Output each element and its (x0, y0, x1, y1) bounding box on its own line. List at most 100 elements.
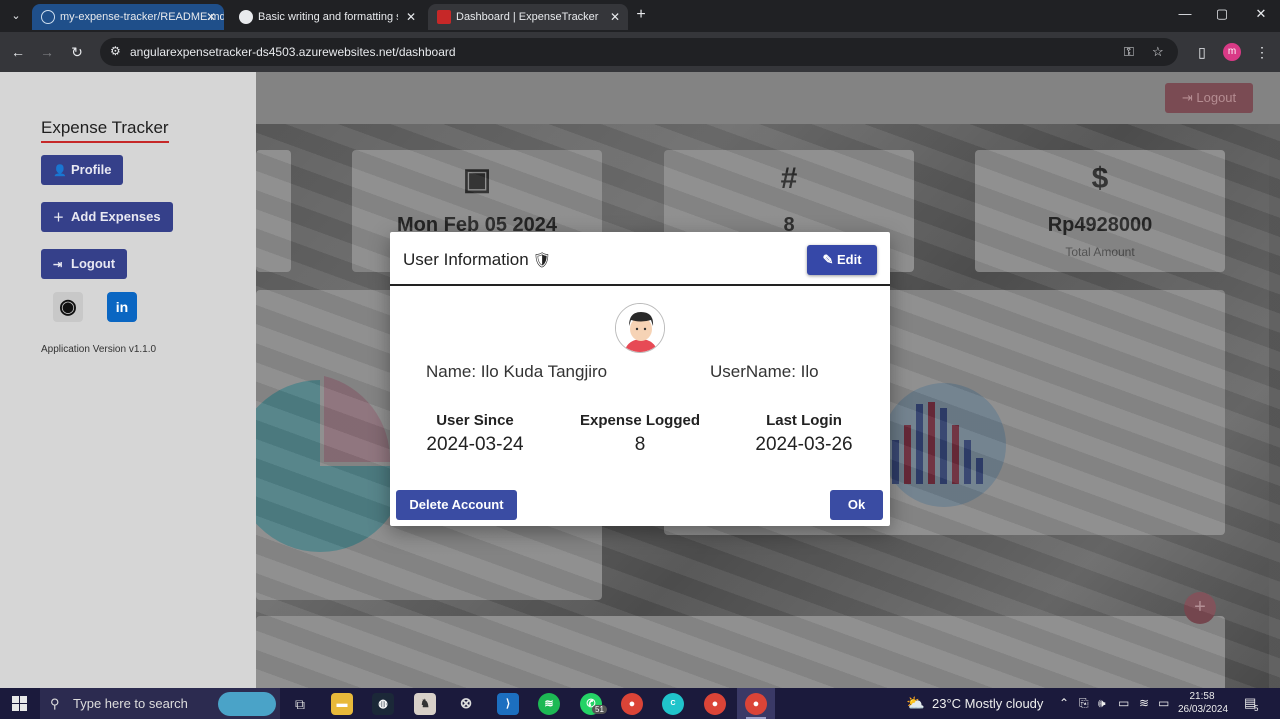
tab-search-button[interactable]: ⌄ (6, 6, 26, 26)
wifi-icon[interactable]: ≋ (1139, 696, 1149, 710)
brand-title: Expense Tracker (41, 118, 169, 143)
weather-cloudy-icon[interactable]: ⛅ (906, 694, 925, 712)
address-bar[interactable]: ⚙ angularexpensetracker-ds4503.azurewebs… (100, 38, 1178, 66)
chart-circle-bg (882, 383, 1006, 507)
chart-bar (904, 425, 911, 484)
maximize-icon[interactable]: ▢ (1212, 6, 1232, 22)
logout-button[interactable]: ⇥ Logout (41, 249, 128, 279)
tab-title: Basic writing and formatting syntax (258, 11, 398, 23)
verified-shield-icon: 🛡 (532, 252, 552, 269)
github-favicon-icon (41, 10, 55, 24)
close-icon[interactable]: ✕ (206, 4, 216, 30)
volume-icon[interactable]: 🕪 (1098, 696, 1106, 711)
sidebar: Expense Tracker 👤 Profile ＋ Add Expenses ⇥… (0, 72, 256, 688)
tab-title: my-expense-tracker/README.md (60, 11, 224, 23)
app-version: Application Version v1.1.0 (41, 344, 157, 355)
chart-bar (940, 408, 947, 484)
github-icon[interactable]: ◉ (53, 292, 83, 322)
user-username: UserName: Ilo (710, 362, 819, 381)
calendar-icon: ▣ (462, 163, 492, 196)
tab-title: Dashboard | ExpenseTracker (456, 11, 599, 23)
display-icon[interactable]: ▭ (1118, 696, 1129, 710)
search-placeholder: Type here to search (73, 696, 188, 711)
logout-icon: ⇥ (53, 259, 63, 271)
dollar-icon: $ (1091, 162, 1109, 195)
chrome-active-icon[interactable]: ● (745, 693, 767, 715)
window-close-icon[interactable]: ✕ (1251, 6, 1271, 22)
card-label: Total Amount (1065, 245, 1135, 259)
header-logout-button[interactable]: ⇥ Logout (1165, 83, 1253, 113)
chart-bar (976, 458, 983, 484)
chart-bar (892, 440, 899, 484)
button-label: Edit (836, 252, 862, 267)
canva-icon[interactable]: C (662, 693, 684, 715)
task-view-icon[interactable]: ⧉ (289, 693, 311, 715)
windows-start-icon[interactable] (12, 696, 27, 711)
button-label: Add Expenses (71, 209, 161, 224)
chrome-icon[interactable]: ● (621, 693, 643, 715)
search-icon: ⚲ (50, 696, 60, 711)
bookmark-star-icon[interactable]: ☆ (1152, 44, 1164, 60)
url-text[interactable]: angularexpensetracker-ds4503.azurewebsit… (130, 45, 456, 59)
minimize-icon[interactable]: — (1175, 6, 1195, 21)
site-info-icon[interactable]: ⚙ (110, 44, 121, 58)
search-highlight-image (218, 692, 276, 716)
file-explorer-icon[interactable]: ▬ (331, 693, 353, 715)
close-icon[interactable]: ✕ (610, 4, 620, 30)
user-full-name: Name: Ilo Kuda Tangjiro (426, 362, 608, 381)
card-value: Rp4928000 (1047, 214, 1153, 236)
profile-avatar[interactable]: m (1223, 43, 1241, 61)
forward-icon[interactable]: → (37, 42, 57, 62)
chart-bar (952, 425, 959, 484)
browser-tab-bar: ⌄ my-expense-tracker/README.md ✕ Basic w… (0, 0, 1280, 32)
dialog-title: User Information 🛡 (403, 250, 552, 270)
button-label: Logout (1196, 90, 1237, 105)
pie-slice-teal (234, 380, 406, 552)
delete-account-button[interactable]: Delete Account (396, 490, 517, 520)
edit-button[interactable]: ✎ Edit (807, 245, 877, 275)
tab-dashboard[interactable]: Dashboard | ExpenseTracker ✕ (428, 4, 628, 30)
notification-count: 5 (1254, 704, 1259, 713)
stat-expense-logged: Expense Logged 8 (555, 412, 725, 456)
add-expenses-button[interactable]: ＋ Add Expenses (41, 202, 173, 232)
chart-bar (928, 402, 935, 484)
side-panel-icon[interactable]: ▯ (1192, 42, 1212, 62)
page-scrollbar[interactable] (1269, 124, 1280, 688)
browser-toolbar: ← → ↻ ⚙ angularexpensetracker-ds4503.azu… (0, 32, 1280, 72)
xbox-icon[interactable]: ⊗ (455, 693, 477, 715)
menu-kebab-icon[interactable]: ⋮ (1252, 42, 1272, 62)
chrome-profile-icon[interactable]: ● (704, 693, 726, 715)
linkedin-icon[interactable]: in (107, 292, 137, 322)
system-clock[interactable]: 21:58 26/03/2024 (1178, 690, 1228, 716)
profile-button[interactable]: 👤 Profile (41, 155, 124, 185)
stat-user-since: User Since 2024-03-24 (390, 412, 560, 456)
stat-label: Expense Logged (579, 412, 701, 429)
reload-icon[interactable]: ↻ (67, 42, 87, 62)
button-label: Profile (71, 162, 112, 177)
game-icon[interactable]: ♞ (414, 693, 436, 715)
spotify-icon[interactable]: ≋ (538, 693, 560, 715)
back-icon[interactable]: ← (8, 42, 28, 62)
new-tab-button[interactable]: + (632, 6, 650, 24)
stat-value: 2024-03-26 (755, 434, 853, 455)
bottom-card (256, 616, 1225, 688)
add-expense-fab[interactable]: + (1184, 592, 1216, 624)
chart-bar (916, 404, 923, 484)
tray-chevron-icon[interactable]: ⌃ (1059, 696, 1069, 710)
expensetracker-favicon-icon (437, 10, 451, 24)
total-amount-card: $ Rp4928000 Total Amount (975, 150, 1225, 272)
password-key-icon[interactable]: ⚿ (1124, 44, 1134, 60)
clock-time: 21:58 (1189, 691, 1215, 702)
close-icon[interactable]: ✕ (406, 4, 416, 30)
vscode-icon[interactable]: ⟩ (497, 693, 519, 715)
tab-basic-writing[interactable]: Basic writing and formatting syntax ✕ (230, 4, 424, 30)
tray-usb-icon[interactable]: ⎘ (1079, 696, 1089, 711)
weather-text[interactable]: 23°C Mostly cloudy (932, 696, 1043, 711)
ok-button[interactable]: Ok (830, 490, 883, 520)
pie-slice-pink (324, 376, 391, 462)
stat-value: 8 (634, 434, 646, 455)
battery-icon[interactable]: ▭ (1158, 696, 1169, 710)
tab-readme[interactable]: my-expense-tracker/README.md ✕ (32, 4, 224, 30)
steam-icon[interactable]: ◍ (372, 693, 394, 715)
taskbar-search[interactable]: ⚲ Type here to search (40, 688, 280, 719)
